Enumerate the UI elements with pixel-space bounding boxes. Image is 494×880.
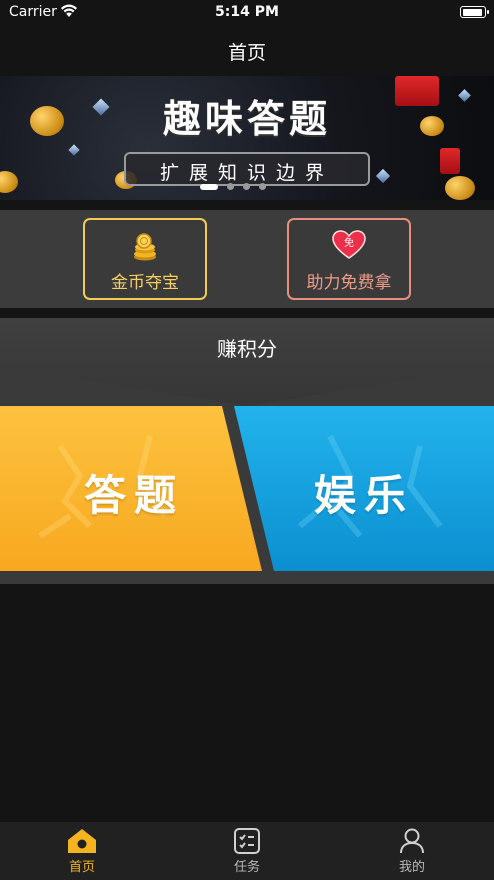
tab-bar: 首页 任务 我的 [0,822,494,880]
entertainment-tile-label: 娱乐 [314,471,415,520]
earn-tiles [0,406,494,571]
task-icon [234,828,260,854]
pagination-dot-active[interactable] [200,183,218,190]
earn-points-title: 赚积分 [217,337,277,361]
section-divider [0,571,494,584]
profile-icon [400,828,424,854]
free-assist-label: 助力免费拿 [306,273,392,293]
coin-decoration [445,176,475,200]
tab-task-label: 任务 [233,860,260,875]
pagination-dot[interactable] [259,183,266,190]
gold-coins-icon [85,230,205,261]
banner-pagination[interactable] [200,183,266,190]
feature-cards: 金币夺宝 免 助力免费拿 [0,210,494,308]
page-title: 首页 [227,42,266,64]
clock: 5:14 PM [215,4,279,20]
gold-treasure-card[interactable]: 金币夺宝 [83,218,207,300]
heart-free-icon: 免 [289,230,409,260]
tab-home[interactable]: 首页 [0,828,164,878]
gem-decoration [68,144,80,156]
banner-title: 趣味答题 [162,97,331,141]
pagination-dot[interactable] [227,183,234,190]
banner-subtitle: 扩展知识边界 [159,162,334,184]
quiz-tile-label: 答题 [84,471,185,520]
gem-decoration [375,168,391,184]
earn-points-section: 赚积分 答题 娱乐 [0,318,494,584]
gold-treasure-label: 金币夺宝 [111,273,179,293]
tab-profile-label: 我的 [398,860,425,875]
earn-header-background [0,318,494,406]
tab-task[interactable]: 任务 [165,828,329,878]
heart-badge-text: 免 [344,236,354,249]
free-assist-card[interactable]: 免 助力免费拿 [287,218,411,300]
pagination-dot[interactable] [243,183,250,190]
banner-subtitle-box: 扩展知识边界 [124,152,370,186]
status-bar: Carrier 5:14 PM [0,0,494,26]
coin-decoration [0,171,18,193]
navigation-bar: 首页 [0,26,494,76]
promo-banner[interactable]: 趣味答题 扩展知识边界 [0,76,494,200]
home-icon [68,829,96,853]
tab-profile[interactable]: 我的 [330,828,494,878]
tab-home-label: 首页 [68,860,95,875]
red-envelope-decoration [440,148,460,174]
battery-icon [460,6,489,18]
